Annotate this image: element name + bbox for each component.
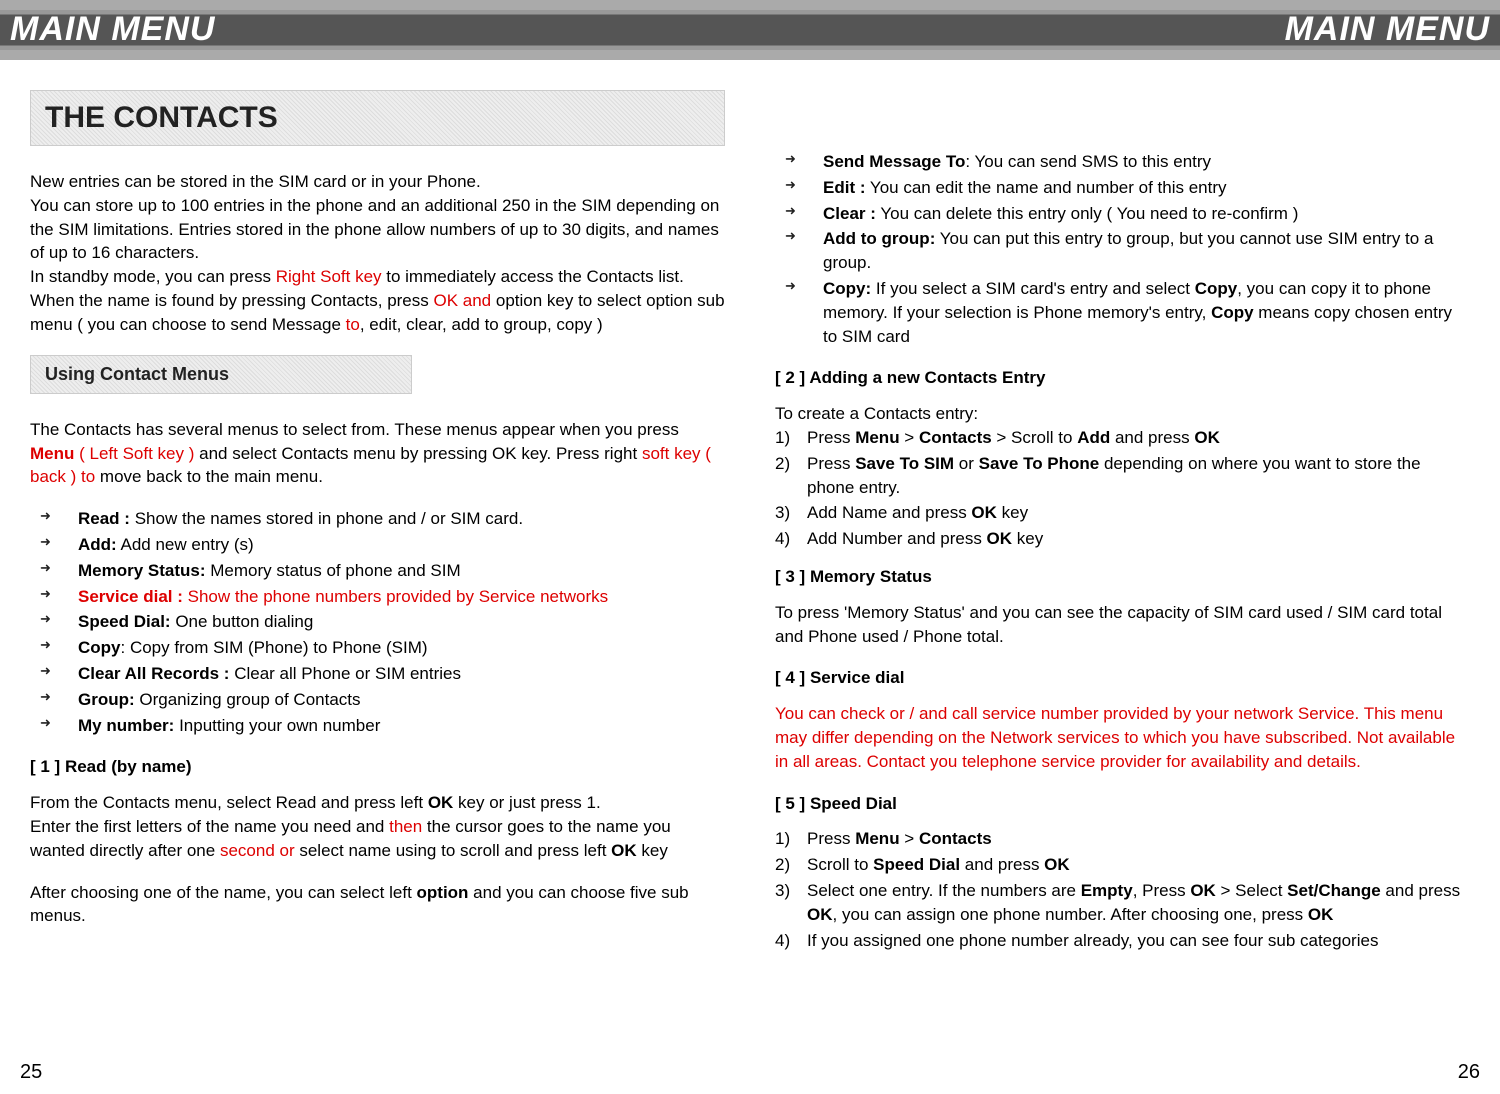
text-red: second or [220, 841, 295, 860]
list-item: Send Message To: You can send SMS to thi… [775, 150, 1470, 174]
text: From the Contacts menu, select Read and … [30, 793, 428, 812]
read-paragraph: From the Contacts menu, select Read and … [30, 791, 725, 862]
steps-list-5: 1) Press Menu > Contacts2) Scroll to Spe… [775, 827, 1470, 952]
list-item: My number: Inputting your own number [30, 714, 725, 738]
text: key [637, 841, 668, 860]
text-red: Right Soft key [276, 267, 382, 286]
banner-title-right: MAIN MENU [1285, 6, 1490, 54]
banner-title-left: MAIN MENU [10, 6, 215, 54]
intro-paragraph: New entries can be stored in the SIM car… [30, 170, 725, 337]
list-item: 1) Press Menu > Contacts > Scroll to Add… [775, 426, 1470, 450]
right-column: Send Message To: You can send SMS to thi… [775, 90, 1470, 954]
text-bold: OK [428, 793, 454, 812]
text: , edit, clear, add to group, copy ) [360, 315, 603, 334]
text: In standby mode, you can press [30, 267, 276, 286]
page-number-left: 25 [20, 1058, 42, 1086]
read-paragraph-2: After choosing one of the name, you can … [30, 881, 725, 929]
text: After choosing one of the name, you can … [30, 883, 417, 902]
text-bold: OK [611, 841, 637, 860]
list-item: 3) Add Name and press OK key [775, 501, 1470, 525]
heading-2: [ 2 ] Adding a new Contacts Entry [775, 366, 1470, 390]
list-item: Copy: If you select a SIM card's entry a… [775, 277, 1470, 348]
page-number-right: 26 [1458, 1058, 1480, 1086]
text-red: ( Left Soft key ) [74, 444, 194, 463]
list-item: Group: Organizing group of Contacts [30, 688, 725, 712]
section-title-box: THE CONTACTS [30, 90, 725, 146]
menus-paragraph: The Contacts has several menus to select… [30, 418, 725, 489]
service-dial-paragraph: You can check or / and call service numb… [775, 702, 1470, 773]
text-red: Menu [30, 444, 74, 463]
list-item: Memory Status: Memory status of phone an… [30, 559, 725, 583]
subsection-title: Using Contact Menus [45, 362, 397, 387]
list-item: Service dial : Show the phone numbers pr… [30, 585, 725, 609]
subsection-title-box: Using Contact Menus [30, 355, 412, 394]
header-banner: MAIN MENU MAIN MENU [0, 0, 1500, 60]
section-title: THE CONTACTS [45, 97, 710, 139]
text: The Contacts has several menus to select… [30, 420, 679, 439]
heading-1: [ 1 ] Read (by name) [30, 755, 725, 779]
list-item: 2) Scroll to Speed Dial and press OK [775, 853, 1470, 877]
list-item: Clear All Records : Clear all Phone or S… [30, 662, 725, 686]
text: Enter the first letters of the name you … [30, 817, 389, 836]
left-column: THE CONTACTS New entries can be stored i… [30, 90, 725, 954]
text-red: OK and [433, 291, 491, 310]
text: You can store up to 100 entries in the p… [30, 196, 719, 263]
text: New entries can be stored in the SIM car… [30, 172, 481, 191]
memory-status-paragraph: To press 'Memory Status' and you can see… [775, 601, 1470, 649]
list-item: 2) Press Save To SIM or Save To Phone de… [775, 452, 1470, 500]
text-bold: option [417, 883, 469, 902]
text-red: then [389, 817, 422, 836]
text: and select Contacts menu by pressing OK … [194, 444, 642, 463]
list-item: 3) Select one entry. If the numbers are … [775, 879, 1470, 927]
list-item: Edit : You can edit the name and number … [775, 176, 1470, 200]
steps-list-2: 1) Press Menu > Contacts > Scroll to Add… [775, 426, 1470, 551]
text: move back to the main menu. [95, 467, 323, 486]
list-item: Read : Show the names stored in phone an… [30, 507, 725, 531]
list-item: Add: Add new entry (s) [30, 533, 725, 557]
list-item: Copy: Copy from SIM (Phone) to Phone (SI… [30, 636, 725, 660]
text: To create a Contacts entry: [775, 402, 1470, 426]
submenu-bullet-list: Send Message To: You can send SMS to thi… [775, 150, 1470, 348]
menu-bullet-list: Read : Show the names stored in phone an… [30, 507, 725, 737]
list-item: 4) If you assigned one phone number alre… [775, 929, 1470, 953]
list-item: 1) Press Menu > Contacts [775, 827, 1470, 851]
text: select name using to scroll and press le… [295, 841, 612, 860]
text: key or just press 1. [453, 793, 600, 812]
list-item: Add to group: You can put this entry to … [775, 227, 1470, 275]
list-item: Speed Dial: One button dialing [30, 610, 725, 634]
list-item: Clear : You can delete this entry only (… [775, 202, 1470, 226]
list-item: 4) Add Number and press OK key [775, 527, 1470, 551]
page-body: THE CONTACTS New entries can be stored i… [0, 60, 1500, 954]
text-red: to [346, 315, 360, 334]
spacer [775, 90, 1470, 142]
heading-3: [ 3 ] Memory Status [775, 565, 1470, 589]
page-numbers: 25 26 [0, 1058, 1500, 1086]
heading-4: [ 4 ] Service dial [775, 666, 1470, 690]
heading-5: [ 5 ] Speed Dial [775, 792, 1470, 816]
